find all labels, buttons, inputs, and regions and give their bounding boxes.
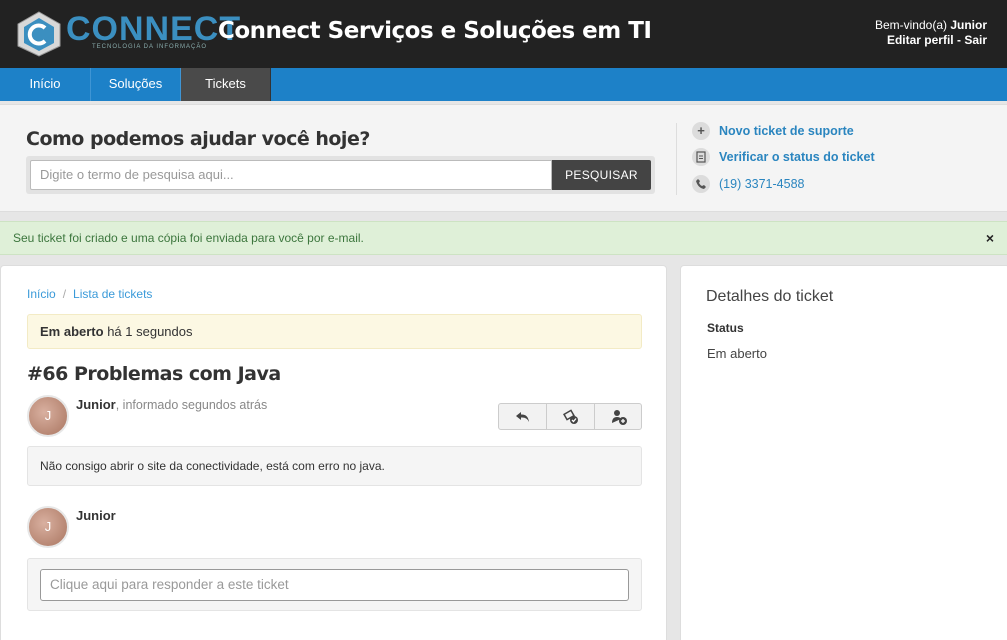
account-links: Editar perfil - Sair <box>875 33 987 48</box>
ticket-card: Início / Lista de tickets Em aberto há 1 s… <box>0 265 667 640</box>
reply-input[interactable]: Clique aqui para responder a este ticket <box>40 569 629 601</box>
alert-message: Seu ticket foi criado e uma cópia foi en… <box>13 231 364 245</box>
ticket-actions <box>498 403 642 430</box>
reply-icon <box>515 412 529 422</box>
welcome-line: Bem-vindo(a) Junior <box>875 18 987 33</box>
status-label: Em aberto <box>40 324 104 339</box>
new-ticket-label: Novo ticket de suporte <box>719 124 854 138</box>
document-icon <box>692 148 710 166</box>
close-icon[interactable]: × <box>986 222 994 254</box>
ticket-check-icon <box>562 409 578 424</box>
breadcrumb-ticket-list[interactable]: Lista de tickets <box>73 287 152 301</box>
logo-tagline: TECNOLOGIA DA INFORMAÇÃO <box>92 44 208 50</box>
panel-divider <box>676 123 677 195</box>
logo-mark-icon <box>17 11 61 57</box>
search-bar: Digite o termo de pesquisa aqui... PESQU… <box>26 156 655 194</box>
breadcrumb-separator: / <box>62 287 67 301</box>
reply-button[interactable] <box>499 404 547 429</box>
reply-box: Clique aqui para responder a este ticket <box>27 558 642 611</box>
connect-logo[interactable]: CONNECT TECNOLOGIA DA INFORMAÇÃO <box>14 10 240 58</box>
nav-item-inicio[interactable]: Início <box>0 68 91 101</box>
search-button[interactable]: PESQUISAR <box>552 160 651 190</box>
phone-icon <box>692 175 710 193</box>
details-status-label: Status <box>707 321 744 335</box>
check-status-label: Verificar o status do ticket <box>719 150 875 164</box>
logo-wordmark: CONNECT <box>66 10 242 48</box>
site-header: CONNECT TECNOLOGIA DA INFORMAÇÃO Connect… <box>0 0 1007 68</box>
nav-item-tickets[interactable]: Tickets <box>181 68 271 101</box>
logout-link[interactable]: Sair <box>964 33 987 47</box>
reply-avatar: J <box>27 506 69 548</box>
plus-icon: + <box>692 122 710 140</box>
author-name: Junior <box>76 397 116 412</box>
ticket-message: Não consigo abrir o site da conectividad… <box>27 446 642 486</box>
status-time: há 1 segundos <box>103 324 193 339</box>
ticket-author: Junior, informado segundos atrás <box>76 397 267 412</box>
details-status-value: Em aberto <box>707 346 767 361</box>
user-box: Bem-vindo(a) Junior Editar perfil - Sair <box>875 18 987 48</box>
search-panel: Como podemos ajudar você hoje? Digite o … <box>0 104 1007 212</box>
site-title: Connect Serviços e Soluções em TI <box>218 18 652 44</box>
ticket-title: #66 Problemas com Java <box>27 363 281 385</box>
main-nav: Início Soluções Tickets <box>0 68 1007 101</box>
add-user-icon <box>612 410 627 425</box>
phone-number: (19) 3371-4588 <box>719 177 805 191</box>
author-meta: , informado segundos atrás <box>115 398 268 412</box>
welcome-prefix: Bem-vindo(a) <box>874 18 951 32</box>
nav-item-solucoes[interactable]: Soluções <box>91 68 181 101</box>
account-separator: - <box>953 33 965 47</box>
avatar: J <box>27 395 69 437</box>
ticket-status-bar: Em aberto há 1 segundos <box>27 314 642 349</box>
breadcrumb-home[interactable]: Início <box>27 287 56 301</box>
ticket-details-card: Detalhes do ticket Status Em aberto <box>680 265 1007 640</box>
search-input[interactable]: Digite o termo de pesquisa aqui... <box>30 160 552 190</box>
success-alert: Seu ticket foi criado e uma cópia foi en… <box>0 221 1007 255</box>
assign-button[interactable] <box>595 404 643 429</box>
close-ticket-button[interactable] <box>547 404 595 429</box>
user-name: Junior <box>950 18 987 32</box>
reply-author: Junior <box>76 508 116 523</box>
help-heading: Como podemos ajudar você hoje? <box>26 128 370 150</box>
breadcrumb: Início / Lista de tickets <box>27 287 152 301</box>
details-title: Detalhes do ticket <box>706 288 834 305</box>
edit-profile-link[interactable]: Editar perfil <box>887 33 954 47</box>
